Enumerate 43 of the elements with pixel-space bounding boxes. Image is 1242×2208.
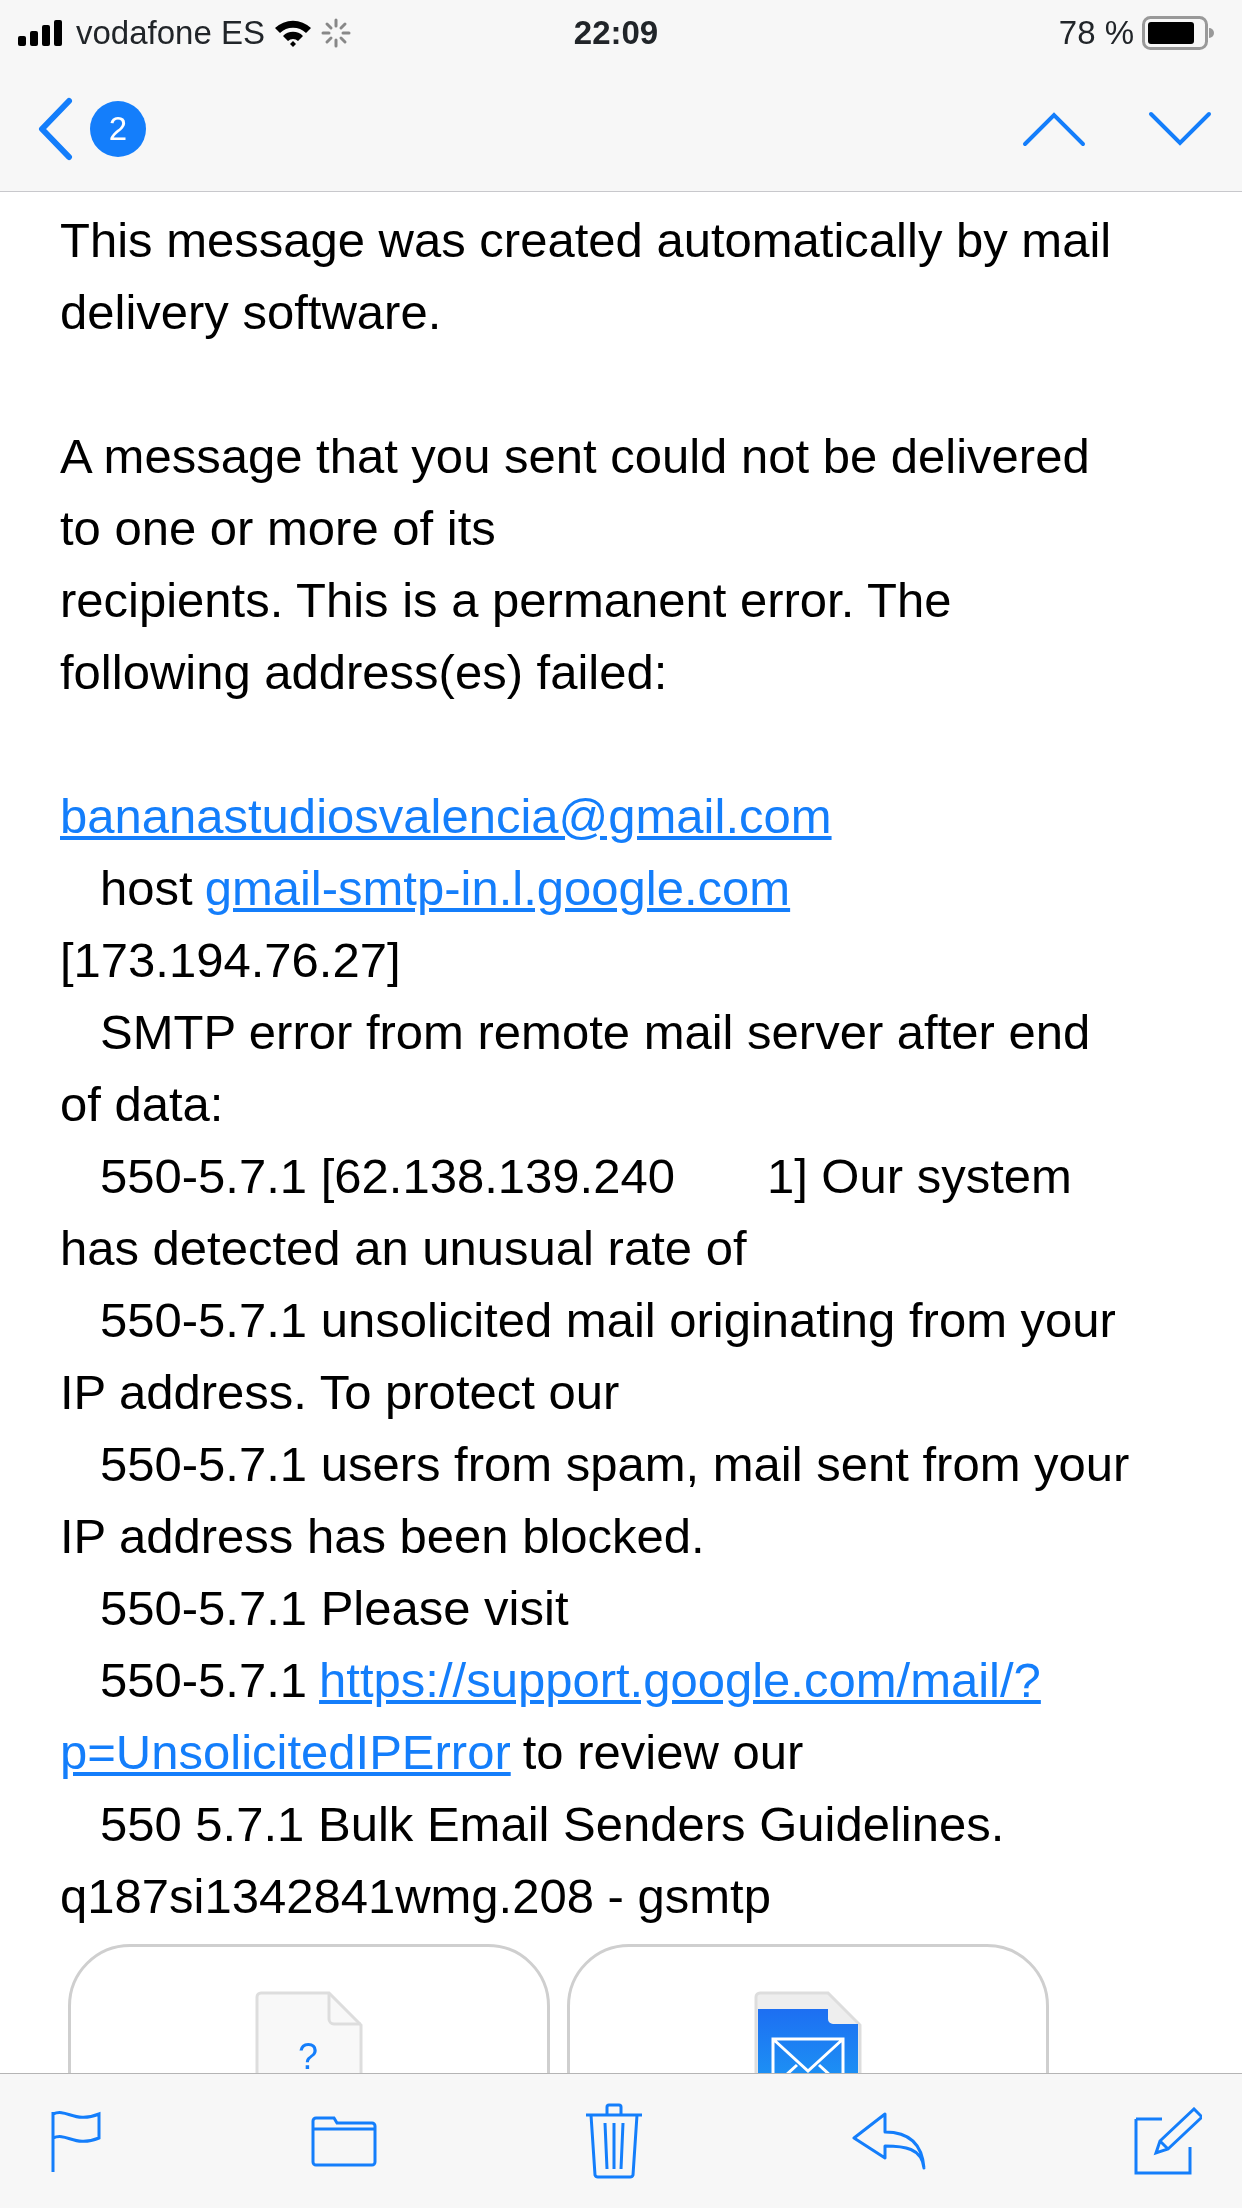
link[interactable]: bananastudiosvalencia@gmail.com [60,789,832,843]
message-text: This message was created automatically by mail [60,213,1112,267]
message-text: SMTP error from remote mail server after end [100,1005,1091,1059]
message-text: 550-5.7.1 [100,1653,308,1707]
message-text: 550-5.7.1 users from spam, mail sent from your [100,1437,1130,1491]
back-button[interactable] [36,96,74,161]
link[interactable]: https://support.google.com/mail/? [319,1653,1041,1707]
link[interactable]: gmail-smtp-in.l.google.com [204,861,791,915]
message-text: IP address has been blocked. [60,1509,705,1563]
message-text: A message that you sent could not be delivered [60,429,1090,483]
message-text: [173.194.76.27] [60,933,401,987]
message-text: recipients. This is a permanent error. The [60,573,952,627]
carrier-name: vodafone ES [76,13,265,54]
reply-button[interactable] [851,2112,926,2170]
folder-button[interactable] [310,2115,377,2167]
message-text: of data: [60,1077,224,1131]
message-text: host [100,861,193,915]
question-mark: ? [298,2039,319,2073]
activity-spinner-icon [321,18,351,48]
message-text: 1] Our system [766,1149,1072,1203]
message-text: 550-5.7.1 Please visit [100,1581,569,1635]
wifi-icon [273,18,313,48]
trash-button[interactable] [585,2103,643,2179]
flag-button[interactable] [50,2110,102,2172]
message-text: delivery software. [60,285,442,339]
message-text: following address(es) failed: [60,645,668,699]
message-text: has detected an unusual rate of [60,1221,747,1275]
message-text: IP address. To protect our [60,1365,620,1419]
message-text: to review our [522,1725,804,1779]
attachment-card[interactable]: ? [68,1944,550,2073]
previous-message-button[interactable] [1022,110,1086,147]
link[interactable]: p=UnsolicitedIPError [60,1725,511,1779]
compose-button[interactable] [1134,2107,1202,2175]
battery-icon [1142,16,1214,50]
message-text: to one or more of its [60,501,496,555]
message-text: 550-5.7.1 [62.138.139.240 [100,1149,675,1203]
unread-count-badge: 2 [90,100,146,157]
battery-percent: 78 % [1058,13,1134,54]
next-message-button[interactable] [1148,110,1212,147]
clock-time: 22:09 [573,13,659,54]
message-text: q187si1342841wmg.208 - gsmtp [60,1869,771,1923]
message-text: 550 5.7.1 Bulk Email Senders Guidelines. [100,1797,1005,1851]
message-text: 550-5.7.1 unsolicited mail originating from your [100,1293,1116,1347]
